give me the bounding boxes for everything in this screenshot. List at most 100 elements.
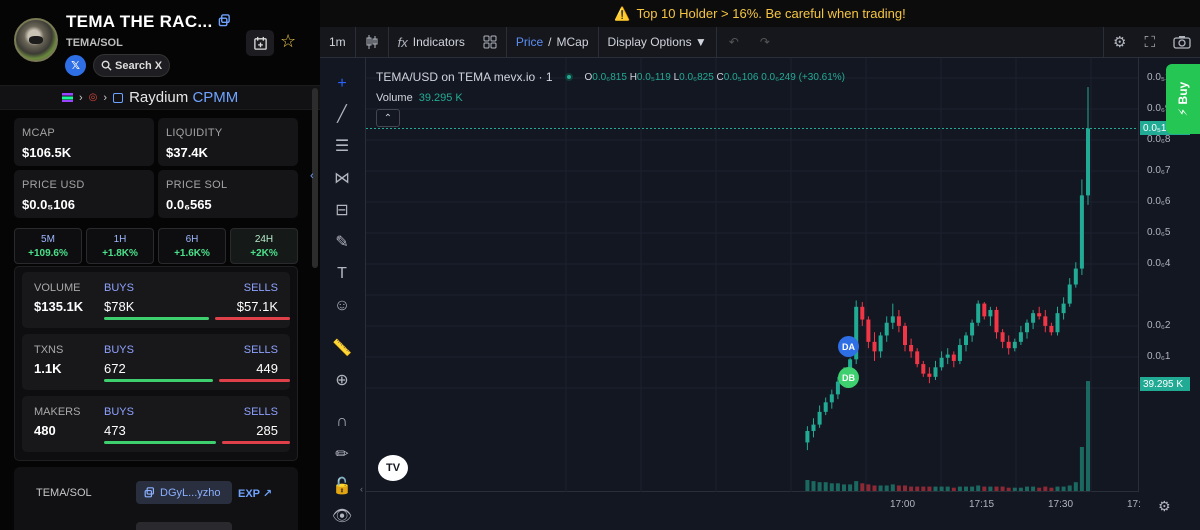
- lock-drawings-tool[interactable]: ✏: [330, 442, 354, 466]
- route-bar: › ◎ › Raydium CPMM: [0, 85, 320, 110]
- explorer-label: EXP: [238, 488, 260, 500]
- search-x-button[interactable]: Search X: [93, 54, 171, 77]
- buy-button[interactable]: ⚡ Buy: [1166, 64, 1200, 134]
- makers-buy-bar: [104, 441, 217, 444]
- settings-button[interactable]: ⚙: [1103, 26, 1135, 58]
- brush-tool[interactable]: ✎: [330, 230, 354, 254]
- trendline-tool[interactable]: ╱: [330, 102, 354, 126]
- volume-bar: [878, 485, 883, 491]
- volume-bar: [1000, 486, 1005, 491]
- volume-bar: [872, 485, 877, 491]
- volume-bar: [817, 482, 822, 491]
- time-axis[interactable]: 17:00 17:15 17:30 17:: [366, 492, 1141, 530]
- open-value: 0.0₆815: [592, 71, 627, 83]
- favorite-star-icon[interactable]: ☆: [280, 31, 296, 52]
- candle-body: [1079, 195, 1084, 269]
- display-options-button[interactable]: Display Options ▼: [599, 26, 717, 58]
- calendar-plus-icon: [253, 36, 267, 50]
- timeframe-change: +1.8K%: [102, 248, 138, 259]
- zoom-tool[interactable]: ⊕: [330, 368, 354, 392]
- volume-bar: [848, 484, 853, 491]
- interval-label: 1m: [329, 35, 346, 49]
- indicators-button[interactable]: fx Indicators: [389, 27, 474, 58]
- mcap-toggle-option[interactable]: MCap: [557, 35, 589, 49]
- layout-button[interactable]: [474, 26, 507, 58]
- price-axis-tick: 0.0₆4: [1147, 258, 1171, 269]
- price-toggle-option[interactable]: Price: [516, 35, 543, 49]
- chart-legend: TEMA/USD on TEMA mevx.io · 1 O0.0₆815 H0…: [376, 70, 845, 84]
- makers-block: MAKERS 480 BUYS 473 SELLS 285: [22, 396, 290, 452]
- legend-collapse-button[interactable]: ⌃: [376, 109, 400, 127]
- candle-body: [896, 316, 901, 326]
- chevron-right-icon: ›: [79, 91, 83, 104]
- dev-buy-marker[interactable]: DB: [838, 367, 859, 388]
- holder-warning-banner: ⚠️ Top 10 Holder > 16%. Be careful when …: [320, 0, 1200, 27]
- search-icon: [101, 60, 112, 71]
- volume-bar: [1018, 487, 1023, 491]
- text-tool[interactable]: T: [330, 262, 354, 286]
- volume-bar: [890, 484, 895, 491]
- timeframe-label: 1H: [113, 234, 127, 245]
- dex-name: Raydium CPMM: [129, 89, 238, 106]
- screenshot-button[interactable]: [1164, 27, 1200, 58]
- txns-buys-label: BUYS: [104, 344, 134, 356]
- candle-body: [945, 354, 950, 358]
- emoji-tool[interactable]: ☺: [330, 294, 354, 318]
- volume-bar: [1061, 486, 1066, 491]
- volume-bar: [1031, 486, 1036, 491]
- chart-plot[interactable]: [366, 58, 1138, 492]
- candle-body: [933, 367, 938, 377]
- timeframe-tab-24h[interactable]: 24H +2K%: [230, 228, 298, 264]
- time-axis-tick: 17:30: [1048, 499, 1074, 510]
- price-axis-tick: 0.0₆7: [1147, 165, 1171, 176]
- eye-icon: 👁: [331, 508, 353, 525]
- tradingview-logo[interactable]: TV: [378, 455, 408, 481]
- txns-buy-bar: [104, 379, 213, 382]
- alert-button[interactable]: [246, 30, 274, 56]
- volume-bar: [957, 486, 962, 491]
- txns-buys-value: 672: [104, 361, 126, 376]
- fullscreen-button[interactable]: ⛶: [1135, 27, 1164, 58]
- forecast-tool[interactable]: ⊟: [330, 198, 354, 222]
- collapse-panel-icon[interactable]: ‹: [310, 170, 320, 188]
- text-icon: T: [337, 265, 347, 282]
- chevron-up-icon: ⌃: [383, 112, 393, 124]
- chart-area: ⚠️ Top 10 Holder > 16%. Be careful when …: [320, 0, 1200, 530]
- copy-icon[interactable]: [218, 14, 231, 27]
- pattern-tool[interactable]: ⋈: [330, 166, 354, 190]
- secondary-address-button[interactable]: [136, 522, 232, 530]
- timeframe-tab-6h[interactable]: 6H +1.6K%: [158, 228, 226, 264]
- candlestick-chart[interactable]: [366, 58, 1138, 492]
- dev-action-marker[interactable]: DA: [838, 336, 859, 357]
- volume-bar: [933, 486, 938, 491]
- redo-button[interactable]: ↷: [751, 27, 779, 58]
- measure-tool[interactable]: 📏: [330, 336, 354, 360]
- fib-tool[interactable]: ☰: [330, 134, 354, 158]
- timeframe-tab-1h[interactable]: 1H +1.8K%: [86, 228, 154, 264]
- volume-sells-label: SELLS: [243, 282, 278, 294]
- candle-body: [964, 335, 968, 346]
- chart-type-button[interactable]: [356, 26, 389, 58]
- axis-settings-icon[interactable]: ⚙: [1158, 498, 1171, 515]
- pair-address-button[interactable]: DGyL...yzho: [136, 481, 232, 504]
- interval-button[interactable]: 1m: [320, 26, 356, 58]
- toggle-separator: /: [548, 35, 552, 49]
- magnet-tool[interactable]: ∩: [330, 410, 354, 434]
- candle-body: [1086, 128, 1090, 196]
- timeframe-change: +1.6K%: [174, 248, 210, 259]
- price-mcap-toggle[interactable]: Price / MCap: [507, 26, 599, 58]
- volume-bar: [823, 482, 828, 491]
- txns-sells-value: 449: [256, 361, 278, 376]
- volume-bar: [835, 483, 840, 491]
- undo-button[interactable]: ↶: [717, 27, 751, 58]
- x-link-button[interactable]: 𝕏: [65, 55, 86, 76]
- status-dot: [564, 73, 573, 81]
- zoom-in-icon: ⊕: [335, 372, 349, 389]
- timeframe-tab-5m[interactable]: 5M +109.6%: [14, 228, 82, 264]
- lock-tool[interactable]: 🔓: [330, 474, 354, 498]
- function-icon: fx: [397, 34, 408, 50]
- visibility-tool[interactable]: 👁: [330, 504, 354, 528]
- explorer-link[interactable]: EXP ↗: [238, 487, 272, 500]
- crosshair-tool[interactable]: +: [330, 72, 354, 96]
- mcap-label: MCAP: [22, 127, 55, 139]
